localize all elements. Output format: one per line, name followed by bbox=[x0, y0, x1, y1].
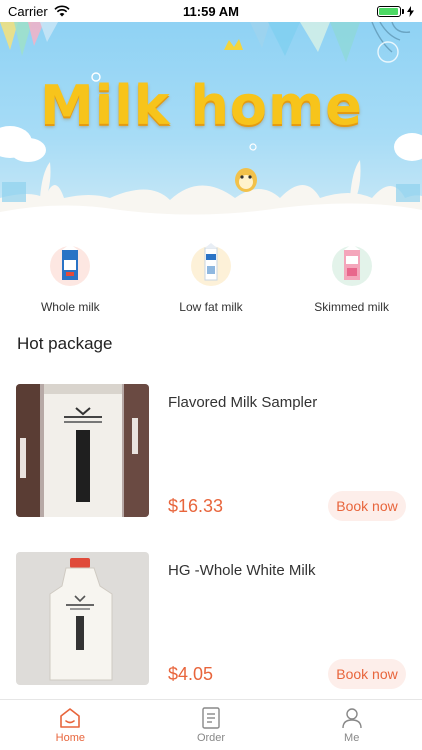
tab-bar: Home Order Me bbox=[0, 699, 422, 750]
tab-label: Home bbox=[55, 731, 85, 744]
low-fat-milk-carton-icon bbox=[187, 240, 235, 288]
product-card[interactable]: HG -Whole White Milk $4.05 Book now bbox=[0, 552, 422, 692]
product-price: $4.05 bbox=[168, 664, 214, 684]
product-name: HG -Whole White Milk bbox=[168, 562, 316, 579]
carrier-label: Carrier bbox=[8, 3, 48, 19]
tab-label: Me bbox=[344, 731, 360, 744]
product-name: Flavored Milk Sampler bbox=[168, 394, 318, 411]
product-image[interactable] bbox=[16, 552, 149, 685]
banner-title: Milk home bbox=[40, 74, 363, 137]
tab-label: Order bbox=[196, 731, 226, 744]
battery-cap bbox=[402, 8, 404, 14]
product-image[interactable] bbox=[16, 384, 149, 517]
category-skimmed-milk[interactable]: Skimmed milk bbox=[292, 240, 412, 320]
home-icon bbox=[60, 707, 81, 728]
battery bbox=[377, 5, 414, 17]
charging-bolt-icon bbox=[407, 5, 414, 17]
tab-me[interactable]: Me bbox=[281, 700, 422, 750]
category-label: Whole milk bbox=[40, 300, 100, 314]
person-icon bbox=[341, 707, 362, 728]
status-bar: Carrier 11:59 AM bbox=[0, 0, 422, 22]
product-card[interactable]: Flavored Milk Sampler $16.33 Book now bbox=[0, 384, 422, 524]
status-left: Carrier bbox=[8, 4, 70, 19]
book-now-button[interactable]: Book now bbox=[328, 659, 406, 689]
battery-level bbox=[379, 7, 398, 15]
section-title: Hot package bbox=[17, 334, 113, 353]
tab-order[interactable]: Order bbox=[141, 700, 282, 750]
category-whole-milk[interactable]: Whole milk bbox=[10, 240, 130, 320]
tab-home[interactable]: Home bbox=[0, 700, 141, 750]
whole-milk-carton-icon bbox=[46, 240, 94, 288]
book-now-button[interactable]: Book now bbox=[328, 491, 406, 521]
category-row: Whole milk Low fat milk Skimmed milk bbox=[0, 240, 422, 320]
wifi-icon bbox=[54, 5, 70, 17]
category-label: Skimmed milk bbox=[314, 300, 389, 314]
category-label: Low fat milk bbox=[179, 300, 243, 314]
category-low-fat-milk[interactable]: Low fat milk bbox=[151, 240, 271, 320]
battery-icon bbox=[377, 5, 401, 17]
product-price: $16.33 bbox=[168, 496, 224, 516]
skimmed-milk-carton-icon bbox=[328, 240, 376, 288]
order-icon bbox=[202, 706, 220, 729]
banner[interactable]: Milk home bbox=[0, 22, 422, 230]
